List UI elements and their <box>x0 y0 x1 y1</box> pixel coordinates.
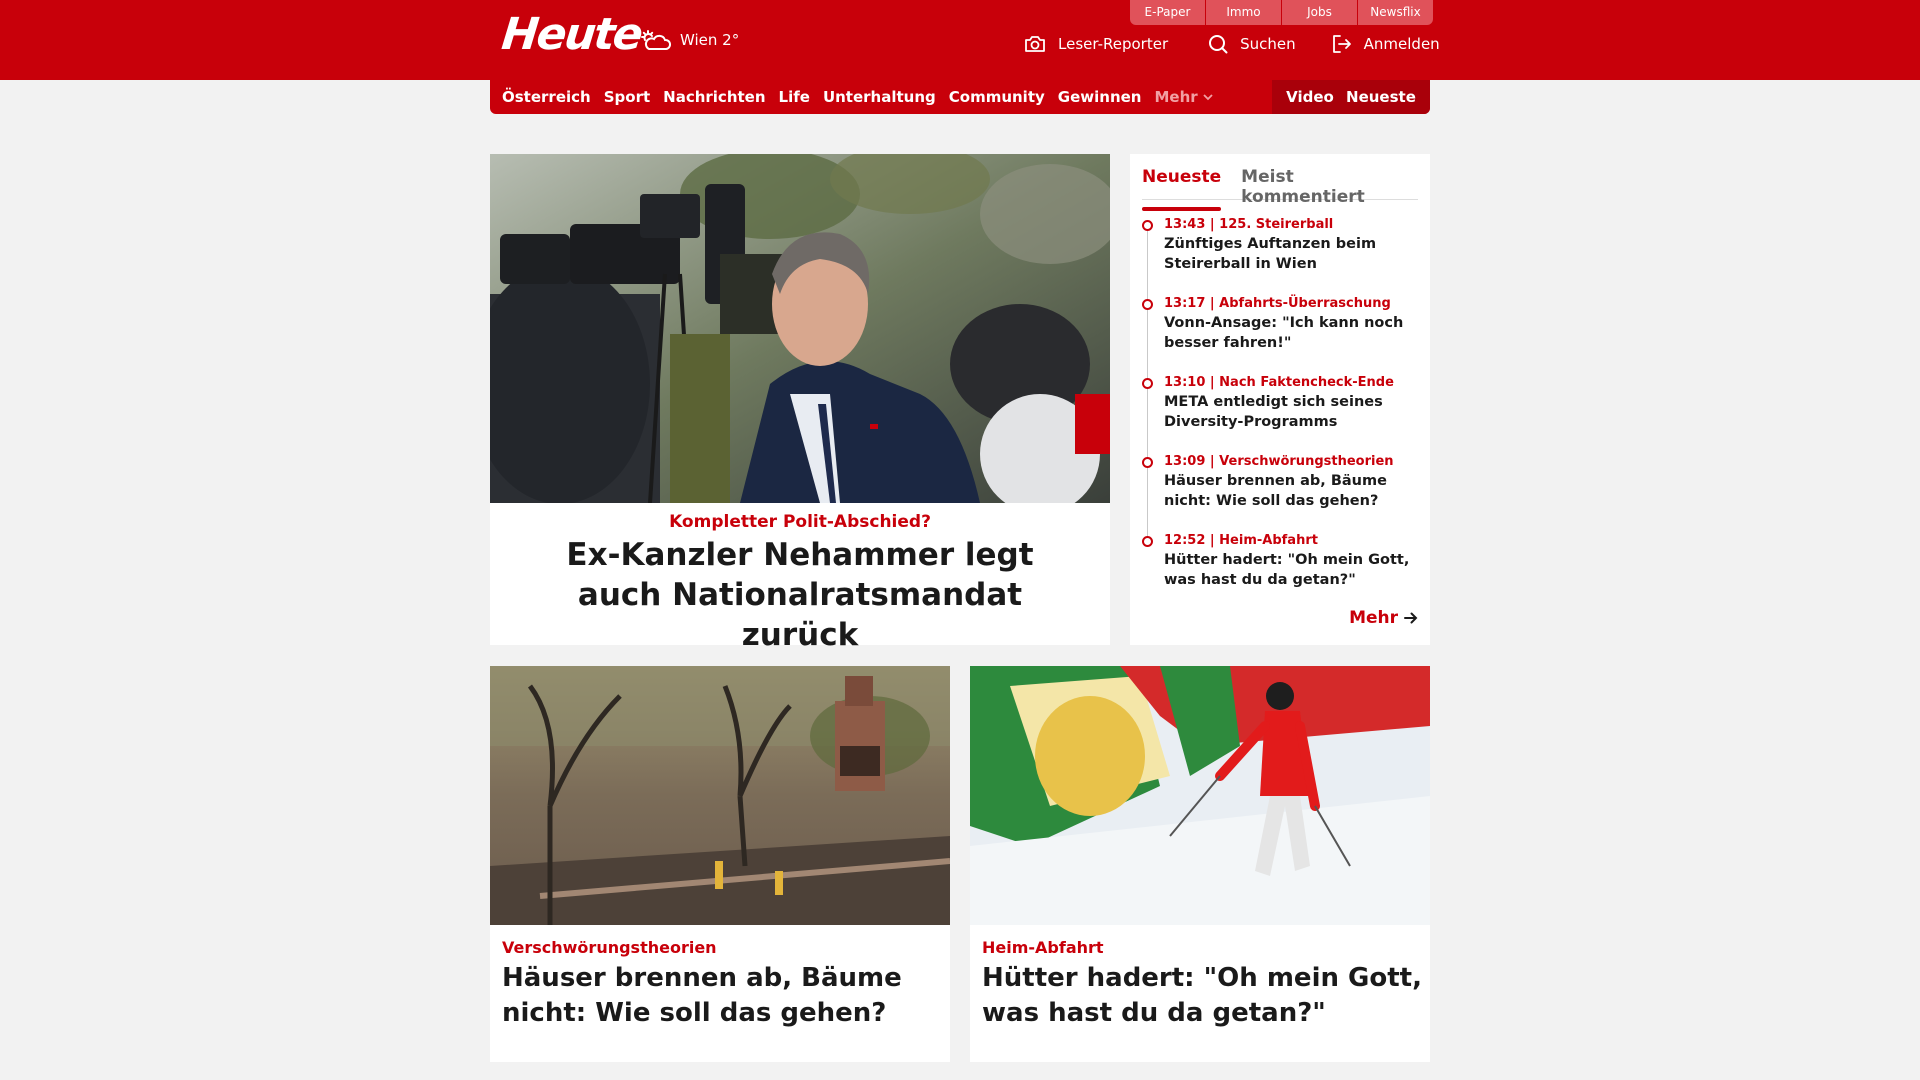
article-card[interactable]: Heim-Abfahrt Hütter hadert: "Oh mein Got… <box>970 666 1430 1062</box>
toplink-epaper[interactable]: E-Paper <box>1130 0 1205 25</box>
toplink-jobs[interactable]: Jobs <box>1282 0 1357 25</box>
search-label: Suchen <box>1240 35 1296 53</box>
leser-reporter-label: Leser-Reporter <box>1058 35 1169 53</box>
chevron-down-icon <box>1203 93 1213 100</box>
article-card[interactable]: Verschwörungstheorien Häuser brennen ab,… <box>490 666 950 1062</box>
toplink-immo[interactable]: Immo <box>1206 0 1281 25</box>
timeline-meta: 13:43 | 125. Steirerball <box>1164 217 1334 232</box>
timeline-item[interactable]: 13:43 | 125. Steirerball Zünftiges Aufta… <box>1142 216 1422 295</box>
timeline-item[interactable]: 13:17 | Abfahrts-Überraschung Vonn-Ansag… <box>1142 295 1422 374</box>
timeline-title[interactable]: META entledigt sich seines Diversity-Pro… <box>1164 392 1422 432</box>
hero-image[interactable] <box>490 154 1110 503</box>
timeline-title[interactable]: Vonn-Ansage: "Ich kann noch besser fahre… <box>1164 313 1422 353</box>
site-logo[interactable]: Heute <box>499 9 643 60</box>
timeline-dot <box>1142 220 1153 231</box>
article-kicker: Verschwörungstheorien <box>502 938 717 957</box>
nav-item-sport[interactable]: Sport <box>604 88 650 106</box>
site-header: E-Paper Immo Jobs Newsflix Heute Wien 2°… <box>0 0 1920 80</box>
timeline-meta: 13:17 | Abfahrts-Überraschung <box>1164 296 1391 311</box>
nav-item-neueste[interactable]: Neueste <box>1346 88 1416 106</box>
nav-item-life[interactable]: Life <box>779 88 810 106</box>
timeline-dot <box>1142 299 1153 310</box>
nav-item-unterhaltung[interactable]: Unterhaltung <box>823 88 936 106</box>
weather-widget[interactable]: Wien 2° <box>640 28 739 52</box>
arrow-right-icon <box>1404 612 1418 624</box>
nav-item-video[interactable]: Video <box>1286 88 1334 106</box>
timeline-dot <box>1142 536 1153 547</box>
login-button[interactable]: Anmelden <box>1332 34 1440 54</box>
timeline-dot <box>1142 378 1153 389</box>
timeline-title[interactable]: Häuser brennen ab, Bäume nicht: Wie soll… <box>1164 471 1422 511</box>
hero-title[interactable]: Ex-Kanzler Nehammer legt auch Nationalra… <box>520 535 1080 655</box>
timeline-item[interactable]: 13:10 | Nach Faktencheck-Ende META entle… <box>1142 374 1422 453</box>
more-news-label: Mehr <box>1349 608 1398 628</box>
article-title[interactable]: Hütter hadert: "Oh mein Gott, was hast d… <box>982 961 1422 1031</box>
article-title[interactable]: Häuser brennen ab, Bäume nicht: Wie soll… <box>502 961 942 1031</box>
weather-text: Wien 2° <box>680 31 740 49</box>
login-label: Anmelden <box>1363 35 1440 53</box>
article-image[interactable] <box>970 666 1430 925</box>
nav-right-group: Video Neueste <box>1272 80 1430 114</box>
hero-kicker: Kompletter Polit-Abschied? <box>669 512 931 532</box>
nav-item-community[interactable]: Community <box>949 88 1045 106</box>
sidebar-tabs: Neueste Meist kommentiert <box>1142 164 1418 211</box>
login-icon <box>1332 35 1351 53</box>
nav-item-gewinnen[interactable]: Gewinnen <box>1058 88 1142 106</box>
toplink-newsflix[interactable]: Newsflix <box>1358 0 1433 25</box>
timeline-dot <box>1142 457 1153 468</box>
article-image[interactable] <box>490 666 950 925</box>
nav-item-nachrichten[interactable]: Nachrichten <box>663 88 765 106</box>
nav-more-dropdown[interactable]: Mehr <box>1154 88 1213 106</box>
timeline-title[interactable]: Zünftiges Auftanzen beim Steirerball in … <box>1164 234 1422 274</box>
timeline-item[interactable]: 12:52 | Heim-Abfahrt Hütter hadert: "Oh … <box>1142 532 1422 611</box>
tab-neueste[interactable]: Neueste <box>1142 164 1222 211</box>
article-kicker: Heim-Abfahrt <box>982 938 1104 957</box>
search-icon <box>1209 35 1228 54</box>
timeline-meta: 13:10 | Nach Faktencheck-Ende <box>1164 375 1394 390</box>
cloud-sun-icon <box>641 30 672 50</box>
timeline-meta: 12:52 | Heim-Abfahrt <box>1164 533 1318 548</box>
main-nav: Österreich Sport Nachrichten Life Unterh… <box>490 80 1430 114</box>
hero-article[interactable]: Kompletter Polit-Abschied? Ex-Kanzler Ne… <box>490 154 1110 653</box>
news-timeline: 13:43 | 125. Steirerball Zünftiges Aufta… <box>1142 216 1422 611</box>
nav-more-label: Mehr <box>1154 88 1198 106</box>
nav-item-oesterreich[interactable]: Österreich <box>502 88 591 106</box>
latest-news-sidebar: Neueste Meist kommentiert 13:43 | 125. S… <box>1130 154 1430 645</box>
leser-reporter-button[interactable]: Leser-Reporter <box>1024 35 1168 53</box>
timeline-meta: 13:09 | Verschwörungstheorien <box>1164 454 1394 469</box>
tab-meist-kommentiert[interactable]: Meist kommentiert <box>1241 164 1398 207</box>
timeline-item[interactable]: 13:09 | Verschwörungstheorien Häuser bre… <box>1142 453 1422 532</box>
search-button[interactable]: Suchen <box>1208 34 1296 54</box>
more-news-link[interactable]: Mehr <box>1349 608 1418 628</box>
camera-icon <box>1025 36 1045 52</box>
header-actions: Leser-Reporter Suchen Anmelden <box>1024 34 1440 54</box>
timeline-title[interactable]: Hütter hadert: "Oh mein Gott, was hast d… <box>1164 550 1422 590</box>
top-links: E-Paper Immo Jobs Newsflix <box>1130 0 1433 25</box>
